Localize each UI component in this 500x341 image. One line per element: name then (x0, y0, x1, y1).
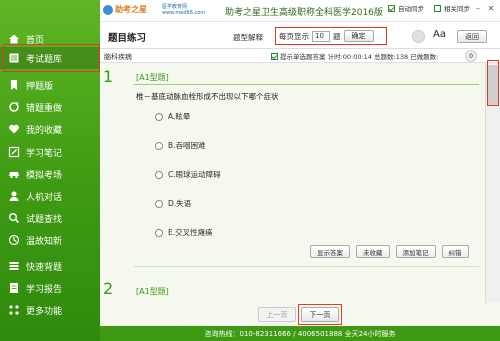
refresh-icon (7, 233, 21, 247)
question-number: 2 (103, 279, 114, 298)
category-label: 脑科疾病 (104, 53, 132, 61)
question-type: [A1型题] (136, 73, 169, 82)
per-page-input[interactable]: 10 (312, 30, 330, 42)
report-error-button[interactable]: 纠错 (441, 245, 469, 258)
sidebar-item-label: 错题重做 (26, 103, 63, 114)
minimize-icon[interactable]: – (473, 3, 483, 13)
sidebar-item-notes[interactable]: 学习笔记 (0, 141, 100, 163)
option-d[interactable]: D.失语 (155, 198, 191, 209)
back-button[interactable]: 返回 (457, 30, 487, 43)
done-count: 0 (465, 50, 477, 62)
app-title: 助考之星卫生高级职称全科医学2016版 (225, 8, 383, 18)
radio-button[interactable] (155, 141, 163, 150)
mode-label[interactable]: 题型解释 (233, 32, 263, 43)
sidebar-item-more[interactable]: 更多功能 (0, 299, 100, 321)
theme-toggle-icon[interactable] (412, 30, 425, 43)
hint-text: 提示单选题答案 计时:00:00:14 总题数:138 已做题数: (280, 53, 439, 61)
option-b[interactable]: B.吞咽困难 (155, 140, 206, 151)
sidebar-item-label: 学习笔记 (26, 148, 63, 159)
search-icon (7, 211, 21, 225)
sidebar-item-review[interactable]: 温故知新 (0, 229, 100, 251)
option-a[interactable]: A.眩晕 (155, 111, 190, 122)
bookmark-icon (7, 78, 21, 92)
redo-icon (7, 100, 21, 114)
grid-icon (7, 303, 21, 317)
radio-button[interactable] (155, 228, 163, 237)
option-c[interactable]: C.眼球运动障碍 (155, 169, 221, 180)
sidebar-item-label: 试题查找 (26, 214, 63, 225)
sidebar-item-label: 温故知新 (26, 236, 63, 247)
sidebar-item-label: 押题版 (26, 81, 54, 92)
favorite-button[interactable]: 未收藏 (356, 245, 390, 258)
per-page-setting: 每页显示 10 题 确定 (275, 27, 387, 45)
auto-sync-checkbox[interactable] (388, 4, 395, 12)
report-icon (7, 281, 21, 295)
question-actions: 显示答案 未收藏 添加笔记 纠错 (310, 245, 469, 258)
sidebar-item-redo[interactable]: 错题重做 (0, 96, 100, 118)
highlight-frame (487, 60, 499, 106)
sync-checkbox[interactable] (434, 4, 441, 12)
page-title: 题目练习 (108, 33, 147, 44)
prev-page-button[interactable]: 上一页 (258, 307, 296, 322)
sidebar-item-quick-memorize[interactable]: 快速背题 (0, 255, 100, 277)
question-number: 1 (103, 67, 114, 86)
pencil-icon (7, 145, 21, 159)
app-logo: 助考之星 (103, 4, 147, 15)
toolbar: 题目练习 题型解释 每页显示 10 题 确定 Aa 返回 (100, 22, 500, 49)
sidebar-item-label: 模拟考场 (26, 170, 63, 181)
sidebar-item-label: 我的收藏 (26, 125, 63, 136)
title-bar: 助考之星 医学教育网 www.med66.com 助考之星卫生高级职称全科医学2… (100, 0, 500, 22)
option-e[interactable]: E.交叉性瘫痪 (155, 227, 213, 238)
question-area: 1 [A1型题] 椎－基底动脉血栓形成不出现以下哪个症状 A.眩晕 B.吞咽困难… (100, 63, 485, 303)
radio-button[interactable] (155, 199, 163, 208)
partner-logo: 医学教育网 www.med66.com (162, 4, 206, 16)
footer: 咨询热线：010-82311666 / 4006501888 全天24小时服务 (100, 326, 500, 341)
confirm-button[interactable]: 确定 (343, 30, 374, 42)
sidebar-item-report[interactable]: 学习报告 (0, 277, 100, 299)
show-answer-hint-checkbox[interactable] (271, 52, 278, 60)
sidebar-item-label: 更多功能 (26, 306, 63, 317)
chat-icon (7, 189, 21, 203)
sidebar-item-label: 人机对话 (26, 192, 63, 203)
sidebar-item-dialogue[interactable]: 人机对话 (0, 185, 100, 207)
question-type: [A1型题] (136, 287, 169, 296)
sidebar-item-mock-exam[interactable]: 模拟考场 (0, 163, 100, 185)
highlight-frame (3, 44, 100, 72)
sidebar-item-label: 学习报告 (26, 284, 63, 295)
question-text: 椎－基底动脉血栓形成不出现以下哪个症状 (136, 92, 279, 101)
hint-row: 提示单选题答案 计时:00:00:14 总题数:138 已做题数: (271, 51, 438, 61)
close-icon[interactable]: ✕ (486, 3, 496, 13)
radio-button[interactable] (155, 170, 163, 179)
sidebar-item-predict[interactable]: 押题版 (0, 74, 100, 96)
logo-icon (103, 4, 113, 15)
auto-sync-label: 自动同步 (398, 5, 424, 13)
window-controls: 自动同步 相关同步 – ✕ (388, 3, 496, 13)
divider (134, 84, 479, 85)
info-bar: 脑科疾病 提示单选题答案 计时:00:00:14 总题数:138 已做题数: 0 (100, 49, 500, 63)
add-note-button[interactable]: 添加笔记 (395, 245, 436, 258)
sidebar: 首页 考试题库 押题版 错题重做 我的收藏 学习笔记 模拟考场 人机对话 试题查… (0, 0, 100, 341)
sidebar-item-search[interactable]: 试题查找 (0, 207, 100, 229)
sidebar-item-favorites[interactable]: 我的收藏 (0, 118, 100, 140)
radio-button[interactable] (155, 112, 163, 121)
car-icon (7, 167, 21, 181)
divider (134, 266, 479, 267)
pager-area: 上一页 下一页 咨询热线：010-82311666 / 4006501888 全… (100, 303, 500, 341)
show-answer-button[interactable]: 显示答案 (310, 245, 350, 258)
stack-icon (7, 259, 21, 273)
highlight-frame (298, 304, 342, 325)
per-page-unit: 题 (333, 31, 341, 41)
per-page-label: 每页显示 (279, 31, 309, 41)
heart-icon (7, 122, 21, 136)
font-size-button[interactable]: Aa (433, 29, 446, 40)
sync-label: 相关同步 (444, 5, 470, 13)
sidebar-item-label: 快速背题 (26, 262, 63, 273)
